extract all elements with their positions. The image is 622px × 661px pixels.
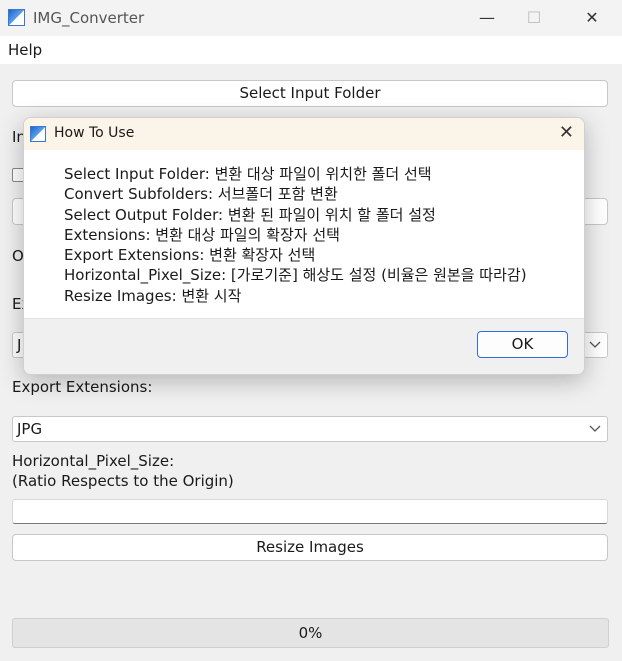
help-line-extensions: Extensions: 변환 대상 파일의 확장자 선택 xyxy=(64,225,340,244)
help-line-resize-images: Resize Images: 변환 시작 xyxy=(64,286,242,305)
help-line-convert-subfolders: Convert Subfolders: 서브폴더 포함 변환 xyxy=(64,185,338,204)
dialog-footer: OK xyxy=(24,318,584,374)
window-titlebar: IMG_Converter — ☐ ✕ xyxy=(0,0,622,36)
app-icon xyxy=(8,9,25,26)
menu-help[interactable]: Help xyxy=(8,41,42,59)
horizontal-pixel-size-input[interactable] xyxy=(12,499,608,524)
export-extensions-label: Export Extensions: xyxy=(12,378,153,396)
progress-text: 0% xyxy=(298,624,323,642)
help-line-export-extensions: Export Extensions: 변환 확장자 선택 xyxy=(64,246,316,265)
resize-images-button[interactable]: Resize Images xyxy=(12,534,608,561)
export-extensions-value: JPG xyxy=(17,420,43,438)
ratio-label: (Ratio Respects to the Origin) xyxy=(12,472,234,490)
maximize-button[interactable]: ☐ xyxy=(519,6,549,30)
dialog-title: How To Use xyxy=(54,125,135,141)
chevron-down-icon xyxy=(589,419,601,443)
dialog-body: Select Input Folder: 변환 대상 파일이 위치한 폴더 선택… xyxy=(64,164,527,306)
extensions-select-value: J xyxy=(17,336,22,354)
minimize-button[interactable]: — xyxy=(472,6,502,30)
how-to-use-dialog: How To Use ✕ Select Input Folder: 변환 대상 … xyxy=(23,117,585,375)
select-input-folder-button[interactable]: Select Input Folder xyxy=(12,80,608,107)
help-line-horizontal-pixel-size: Horizontal_Pixel_Size: [가로기준] 해상도 설정 (비율… xyxy=(64,266,527,285)
app-icon xyxy=(30,126,46,142)
horizontal-pixel-size-label: Horizontal_Pixel_Size: xyxy=(12,452,175,470)
close-button[interactable]: ✕ xyxy=(577,6,607,30)
menu-bar: Help xyxy=(0,36,622,64)
window-title: IMG_Converter xyxy=(33,9,145,27)
help-line-select-input: Select Input Folder: 변환 대상 파일이 위치한 폴더 선택 xyxy=(64,165,432,183)
progress-bar: 0% xyxy=(12,618,609,648)
help-line-select-output: Select Output Folder: 변환 된 파일이 위치 할 폴더 설… xyxy=(64,205,436,224)
export-extensions-select[interactable]: JPG xyxy=(12,416,608,442)
chevron-down-icon xyxy=(589,335,601,359)
ok-button[interactable]: OK xyxy=(477,331,568,358)
dialog-titlebar: How To Use ✕ xyxy=(24,118,584,150)
dialog-close-button[interactable]: ✕ xyxy=(559,122,574,143)
